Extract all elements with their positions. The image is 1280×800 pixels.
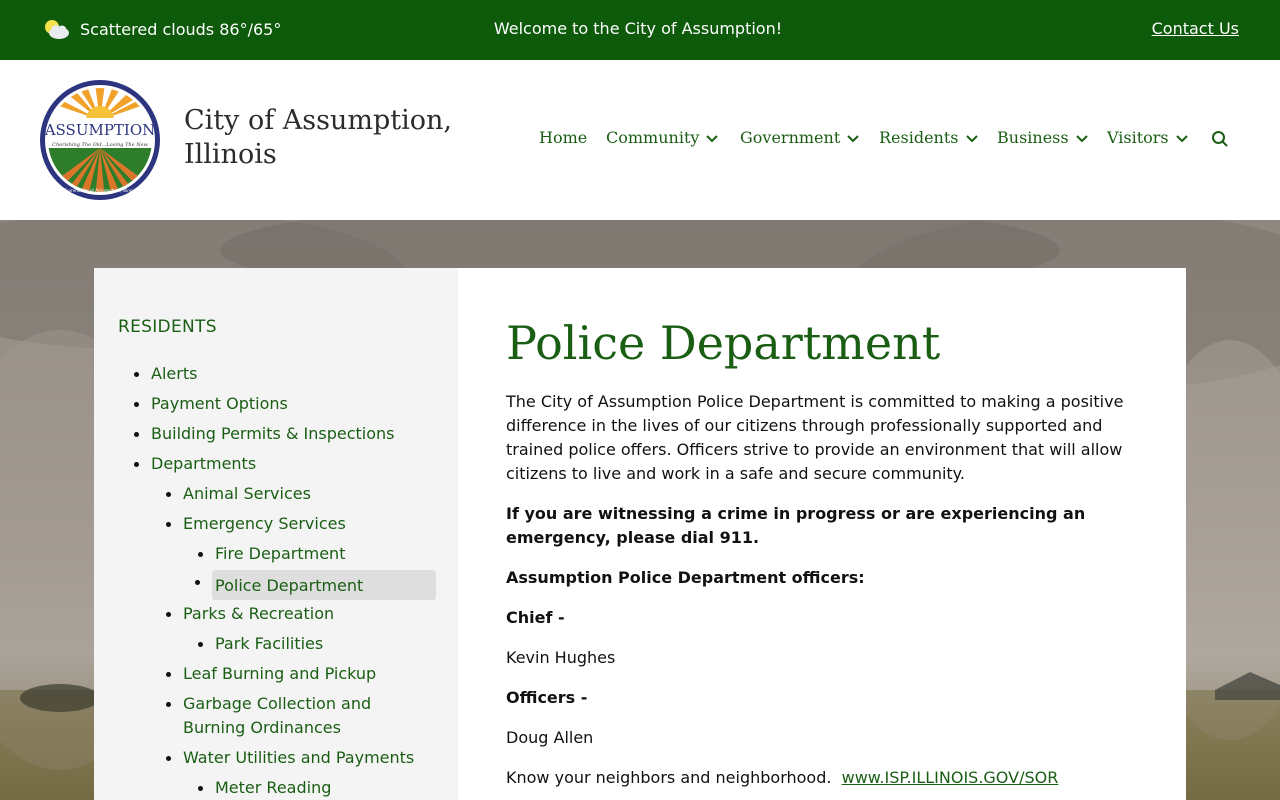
main-nav: Home Community Government Residents Busi… — [0, 128, 1280, 152]
logo-ring-text: Community of Assumption, Illinois — [64, 188, 136, 193]
officers-heading: Assumption Police Department officers: — [506, 568, 865, 587]
emergency-notice: If you are witnessing a crime in progres… — [506, 504, 1086, 547]
sidebar-item-building-permits[interactable]: Building Permits & Inspections — [133, 422, 394, 446]
neighbors-text: Know your neighbors and neighborhood. — [506, 768, 832, 787]
nav-item-visitors[interactable]: Visitors — [1107, 128, 1189, 147]
nav-item-home[interactable]: Home — [539, 128, 587, 147]
neighbors-line: Know your neighbors and neighborhood. ww… — [506, 766, 1134, 790]
officers-label: Officers - — [506, 688, 588, 707]
sidebar: RESIDENTS Alerts Payment Options Buildin… — [94, 268, 458, 800]
sidebar-heading[interactable]: RESIDENTS — [118, 317, 217, 337]
sidebar-item-label: Police Department — [215, 576, 364, 595]
nav-item-community[interactable]: Community — [606, 128, 719, 147]
intro-paragraph: The City of Assumption Police Department… — [506, 392, 1124, 483]
sidebar-item-water-utilities[interactable]: Water Utilities and Payments — [165, 746, 414, 770]
top-bar: Scattered clouds 86°/65° Welcome to the … — [0, 0, 1280, 60]
sidebar-item-meter-reading[interactable]: Meter Reading — [197, 776, 331, 800]
sidebar-item-animal-services[interactable]: Animal Services — [166, 482, 311, 506]
page-title: Police Department — [506, 316, 941, 370]
officer-name: Doug Allen — [506, 728, 594, 747]
welcome-message: Welcome to the City of Assumption! — [493, 19, 783, 38]
chevron-down-icon — [1075, 134, 1088, 142]
sidebar-item-emergency-services[interactable]: Emergency Services — [166, 512, 346, 536]
site-header: ASSUMPTION Cherishing The Old...Loving T… — [0, 60, 1280, 220]
nav-item-business[interactable]: Business — [997, 128, 1089, 147]
sidebar-item-garbage-collection[interactable]: Garbage Collection and Burning Ordinance… — [165, 692, 372, 740]
sidebar-item-label: Garbage Collection and — [183, 694, 372, 713]
chevron-down-icon — [706, 134, 719, 142]
sidebar-item-payment-options[interactable]: Payment Options — [134, 392, 288, 416]
nav-item-government[interactable]: Government — [740, 128, 860, 147]
chevron-down-icon — [965, 134, 978, 142]
sidebar-item-fire-department[interactable]: Fire Department — [197, 542, 345, 566]
chevron-down-icon — [1175, 134, 1188, 142]
chevron-down-icon — [847, 134, 859, 142]
chief-label: Chief - — [506, 608, 565, 627]
chief-name: Kevin Hughes — [506, 648, 616, 667]
content-card: RESIDENTS Alerts Payment Options Buildin… — [94, 268, 1186, 800]
contact-us-link[interactable]: Contact Us — [1152, 19, 1239, 38]
sidebar-item-label-line-2: Burning Ordinances — [183, 718, 341, 737]
search-icon[interactable] — [1211, 130, 1229, 148]
sidebar-item-departments[interactable]: Departments — [133, 452, 256, 476]
sidebar-item-alerts[interactable]: Alerts — [133, 362, 197, 386]
sidebar-item-police-department[interactable]: Police Department — [195, 570, 436, 600]
sidebar-item-parks-recreation[interactable]: Parks & Recreation — [165, 602, 334, 626]
nav-item-residents[interactable]: Residents — [879, 128, 979, 147]
sidebar-item-leaf-burning[interactable]: Leaf Burning and Pickup — [165, 662, 376, 686]
sidebar-item-park-facilities[interactable]: Park Facilities — [197, 632, 323, 656]
sex-offender-registry-link[interactable]: www.ISP.ILLINOIS.GOV/SOR — [842, 768, 1059, 787]
